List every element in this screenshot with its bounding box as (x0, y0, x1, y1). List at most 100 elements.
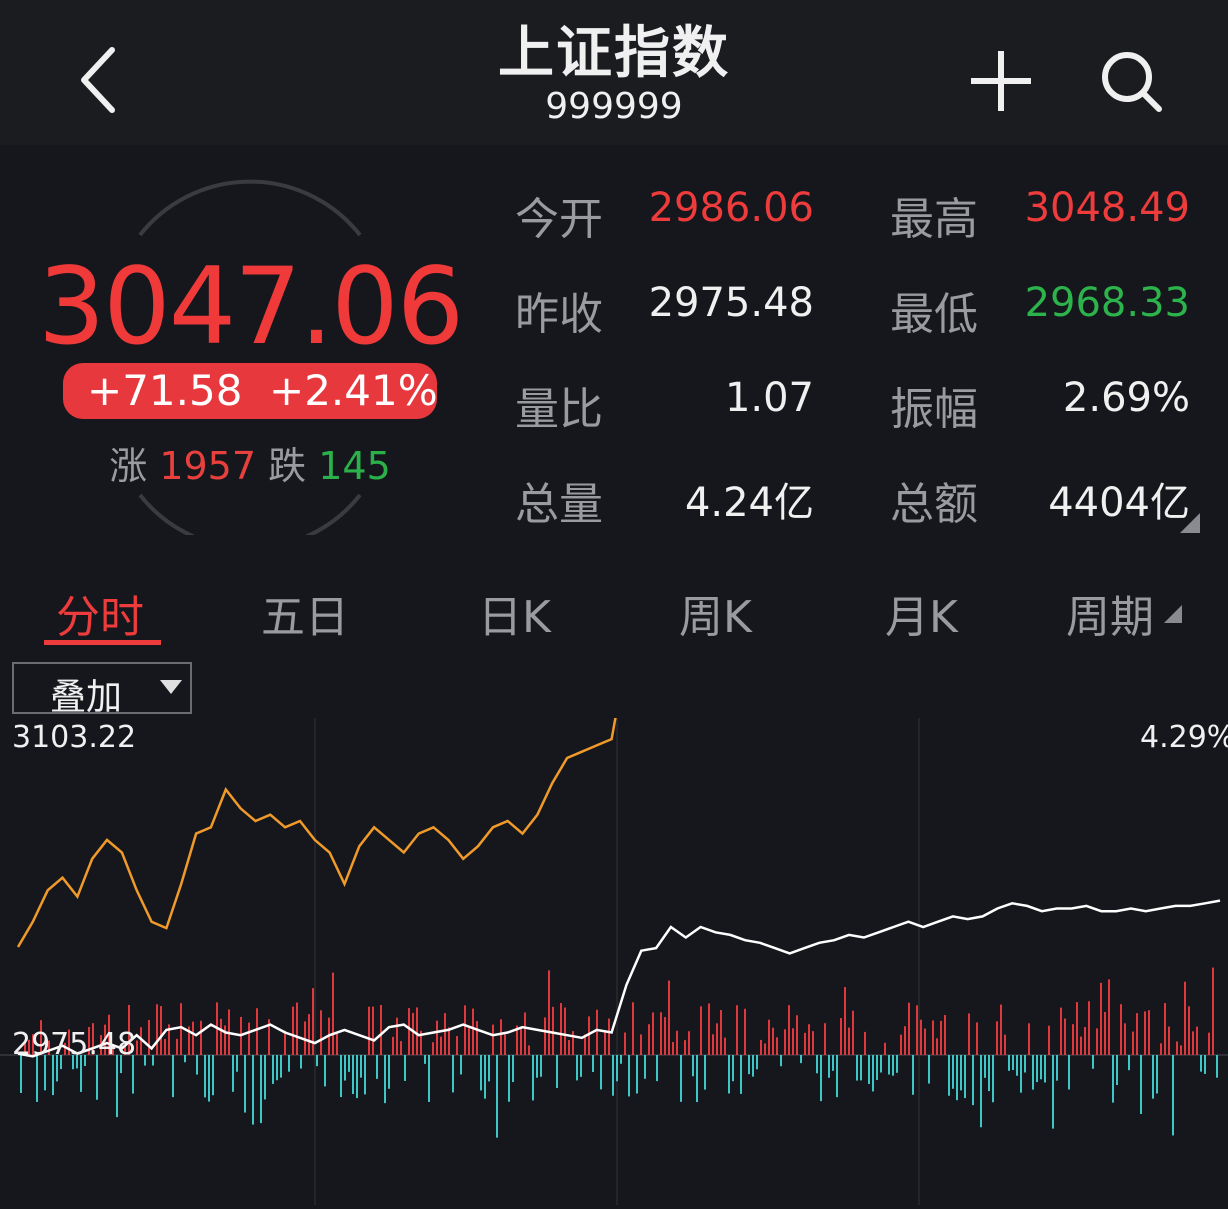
volume-bar (560, 1003, 562, 1055)
stat-value-total-amount: 4404亿 (1048, 480, 1190, 526)
volume-bar (1100, 982, 1102, 1055)
volume-bar (996, 1021, 998, 1055)
volume-bar (972, 1055, 974, 1106)
volume-bar (592, 1055, 594, 1073)
volume-bar (308, 1014, 310, 1055)
volume-bar (844, 987, 846, 1055)
volume-bar (1160, 1043, 1162, 1055)
overlay-dropdown[interactable]: 叠加 (12, 662, 192, 718)
volume-bar (1188, 1006, 1190, 1055)
volume-bar (452, 1055, 454, 1093)
volume-bar (352, 1055, 354, 1095)
volume-bar (928, 1055, 930, 1084)
volume-bar (280, 1055, 282, 1078)
volume-bar (852, 1010, 854, 1055)
volume-bar (1044, 1055, 1046, 1083)
volume-bar (608, 1018, 610, 1055)
volume-bar (1064, 1018, 1066, 1055)
volume-bar (632, 1002, 634, 1055)
volume-bar (568, 1040, 570, 1055)
volume-bar (424, 1055, 426, 1064)
volume-bar (432, 1042, 434, 1055)
volume-bar (1172, 1055, 1174, 1136)
y-axis-base-label: 2975.48 (12, 1027, 137, 1062)
tab-weekly-k[interactable]: 周K (679, 581, 752, 645)
volume-bar (964, 1055, 966, 1099)
volume-bar (540, 1055, 542, 1077)
volume-bar (1008, 1055, 1010, 1071)
stock-code: 999999 (545, 86, 683, 127)
volume-bar (572, 1031, 574, 1055)
volume-bar (464, 1005, 466, 1055)
volume-bar (292, 1006, 294, 1055)
volume-bar (940, 1020, 942, 1055)
volume-bar (1140, 1055, 1142, 1115)
volume-bar (848, 1027, 850, 1055)
volume-bar (372, 1006, 374, 1055)
volume-bar (316, 1055, 318, 1067)
volume-bar (396, 1017, 398, 1055)
volume-bar (764, 1043, 766, 1055)
tab-daily-k[interactable]: 日K (478, 581, 551, 645)
volume-bar (912, 1055, 914, 1095)
period-dropdown-icon[interactable] (1164, 605, 1182, 623)
volume-bar (1196, 1026, 1198, 1055)
volume-bar (828, 1055, 830, 1078)
tab-monthly-k[interactable]: 月K (885, 581, 958, 645)
expand-triangle-icon[interactable] (1180, 513, 1200, 533)
volume-bar (1128, 1055, 1130, 1071)
volume-bar (580, 1055, 582, 1077)
search-icon[interactable] (1095, 45, 1167, 117)
volume-bar (472, 1008, 474, 1055)
page-title: 上证指数 (498, 21, 730, 86)
tab-intraday[interactable]: 分时 (56, 581, 144, 645)
change-value: +71.58 (87, 366, 243, 415)
volume-bar (400, 1041, 402, 1055)
volume-bar (816, 1055, 818, 1074)
volume-bar (504, 1034, 506, 1055)
volume-bar (528, 1045, 530, 1055)
volume-bar (448, 1027, 450, 1055)
volume-bar (404, 1055, 406, 1081)
volume-bar (792, 1028, 794, 1055)
tab-five-day[interactable]: 五日 (261, 581, 349, 645)
volume-bar (300, 1055, 302, 1069)
volume-bar (248, 1022, 250, 1055)
volume-bar (780, 1055, 782, 1067)
volume-bar (728, 1055, 730, 1094)
volume-bar (1108, 979, 1110, 1055)
volume-bar (880, 1055, 882, 1073)
volume-bar (116, 1055, 118, 1118)
volume-bar (692, 1055, 694, 1077)
volume-bar (336, 1032, 338, 1055)
volume-bar (1192, 1031, 1194, 1055)
volume-bar (1156, 1055, 1158, 1094)
volume-bar (380, 1005, 382, 1055)
y-axis-right-pct: 4.29% (1140, 720, 1228, 755)
volume-bar (1208, 1032, 1210, 1055)
volume-bar (1040, 1055, 1042, 1080)
volume-bar (444, 1013, 446, 1055)
change-badge: +71.58 +2.41% (63, 363, 438, 419)
tab-period[interactable]: 周期 (1066, 581, 1154, 645)
volume-bar (1216, 1055, 1218, 1078)
volume-bar (172, 1055, 174, 1098)
volume-bar (1096, 1028, 1098, 1055)
volume-bar (676, 1030, 678, 1055)
volume-bar (664, 1017, 666, 1055)
volume-bar (468, 1028, 470, 1055)
volume-bar (440, 1036, 442, 1055)
volume-bar (704, 1055, 706, 1090)
add-watchlist-icon[interactable] (965, 45, 1037, 117)
volume-bar (948, 1055, 950, 1096)
volume-bar (892, 1055, 894, 1076)
volume-bar (340, 1055, 342, 1098)
stat-label-total-amount: 总额 (890, 479, 978, 530)
volume-bar (476, 1021, 478, 1055)
intraday-chart[interactable]: 3103.22 2975.48 4.29% (0, 485, 1228, 1205)
volume-bar (916, 1005, 918, 1055)
volume-bar (1164, 1003, 1166, 1055)
volume-bar (1204, 1055, 1206, 1074)
quote-panel: 3047.06 +71.58 +2.41% 涨 1957 跌 145 今开 29… (0, 145, 1228, 565)
volume-bar (1004, 1034, 1006, 1055)
